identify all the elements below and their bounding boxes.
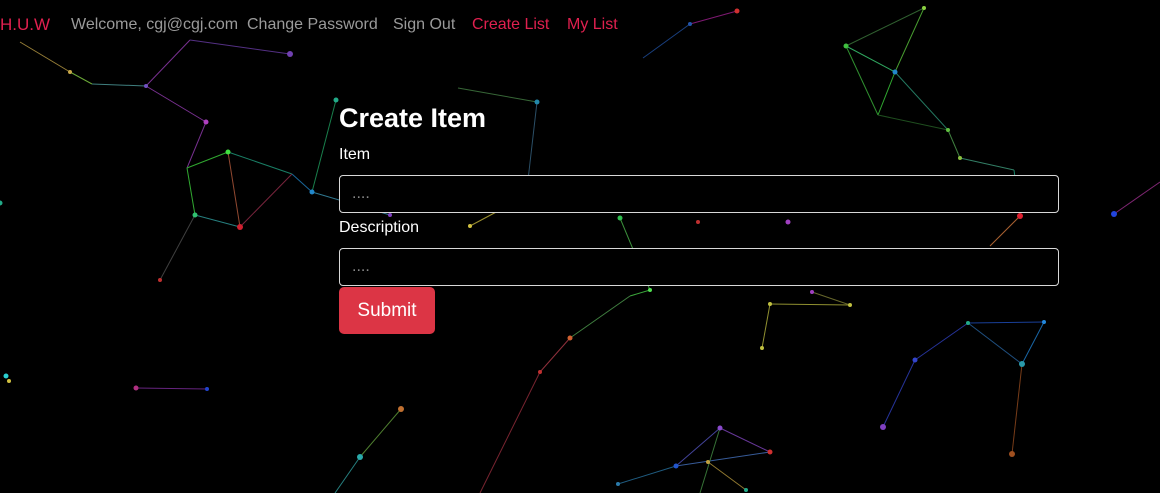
sign-out-link[interactable]: Sign Out [393, 15, 455, 35]
description-label: Description [339, 219, 420, 236]
submit-button[interactable]: Submit [339, 287, 435, 334]
my-list-link[interactable]: My List [567, 15, 618, 35]
welcome-text: Welcome, cgj@cgj.com [71, 16, 239, 33]
top-navbar: H.U.W Welcome, cgj@cgj.com Change Passwo… [0, 0, 1160, 50]
item-label: Item [339, 146, 371, 163]
page-title: Create Item [339, 103, 487, 133]
create-item-form: Create Item Item Description Submit [339, 100, 1059, 334]
create-list-link[interactable]: Create List [472, 15, 549, 35]
brand-link[interactable]: H.U.W [0, 15, 50, 35]
description-input[interactable] [339, 248, 1059, 286]
item-input[interactable] [339, 175, 1059, 213]
change-password-link[interactable]: Change Password [247, 15, 378, 35]
